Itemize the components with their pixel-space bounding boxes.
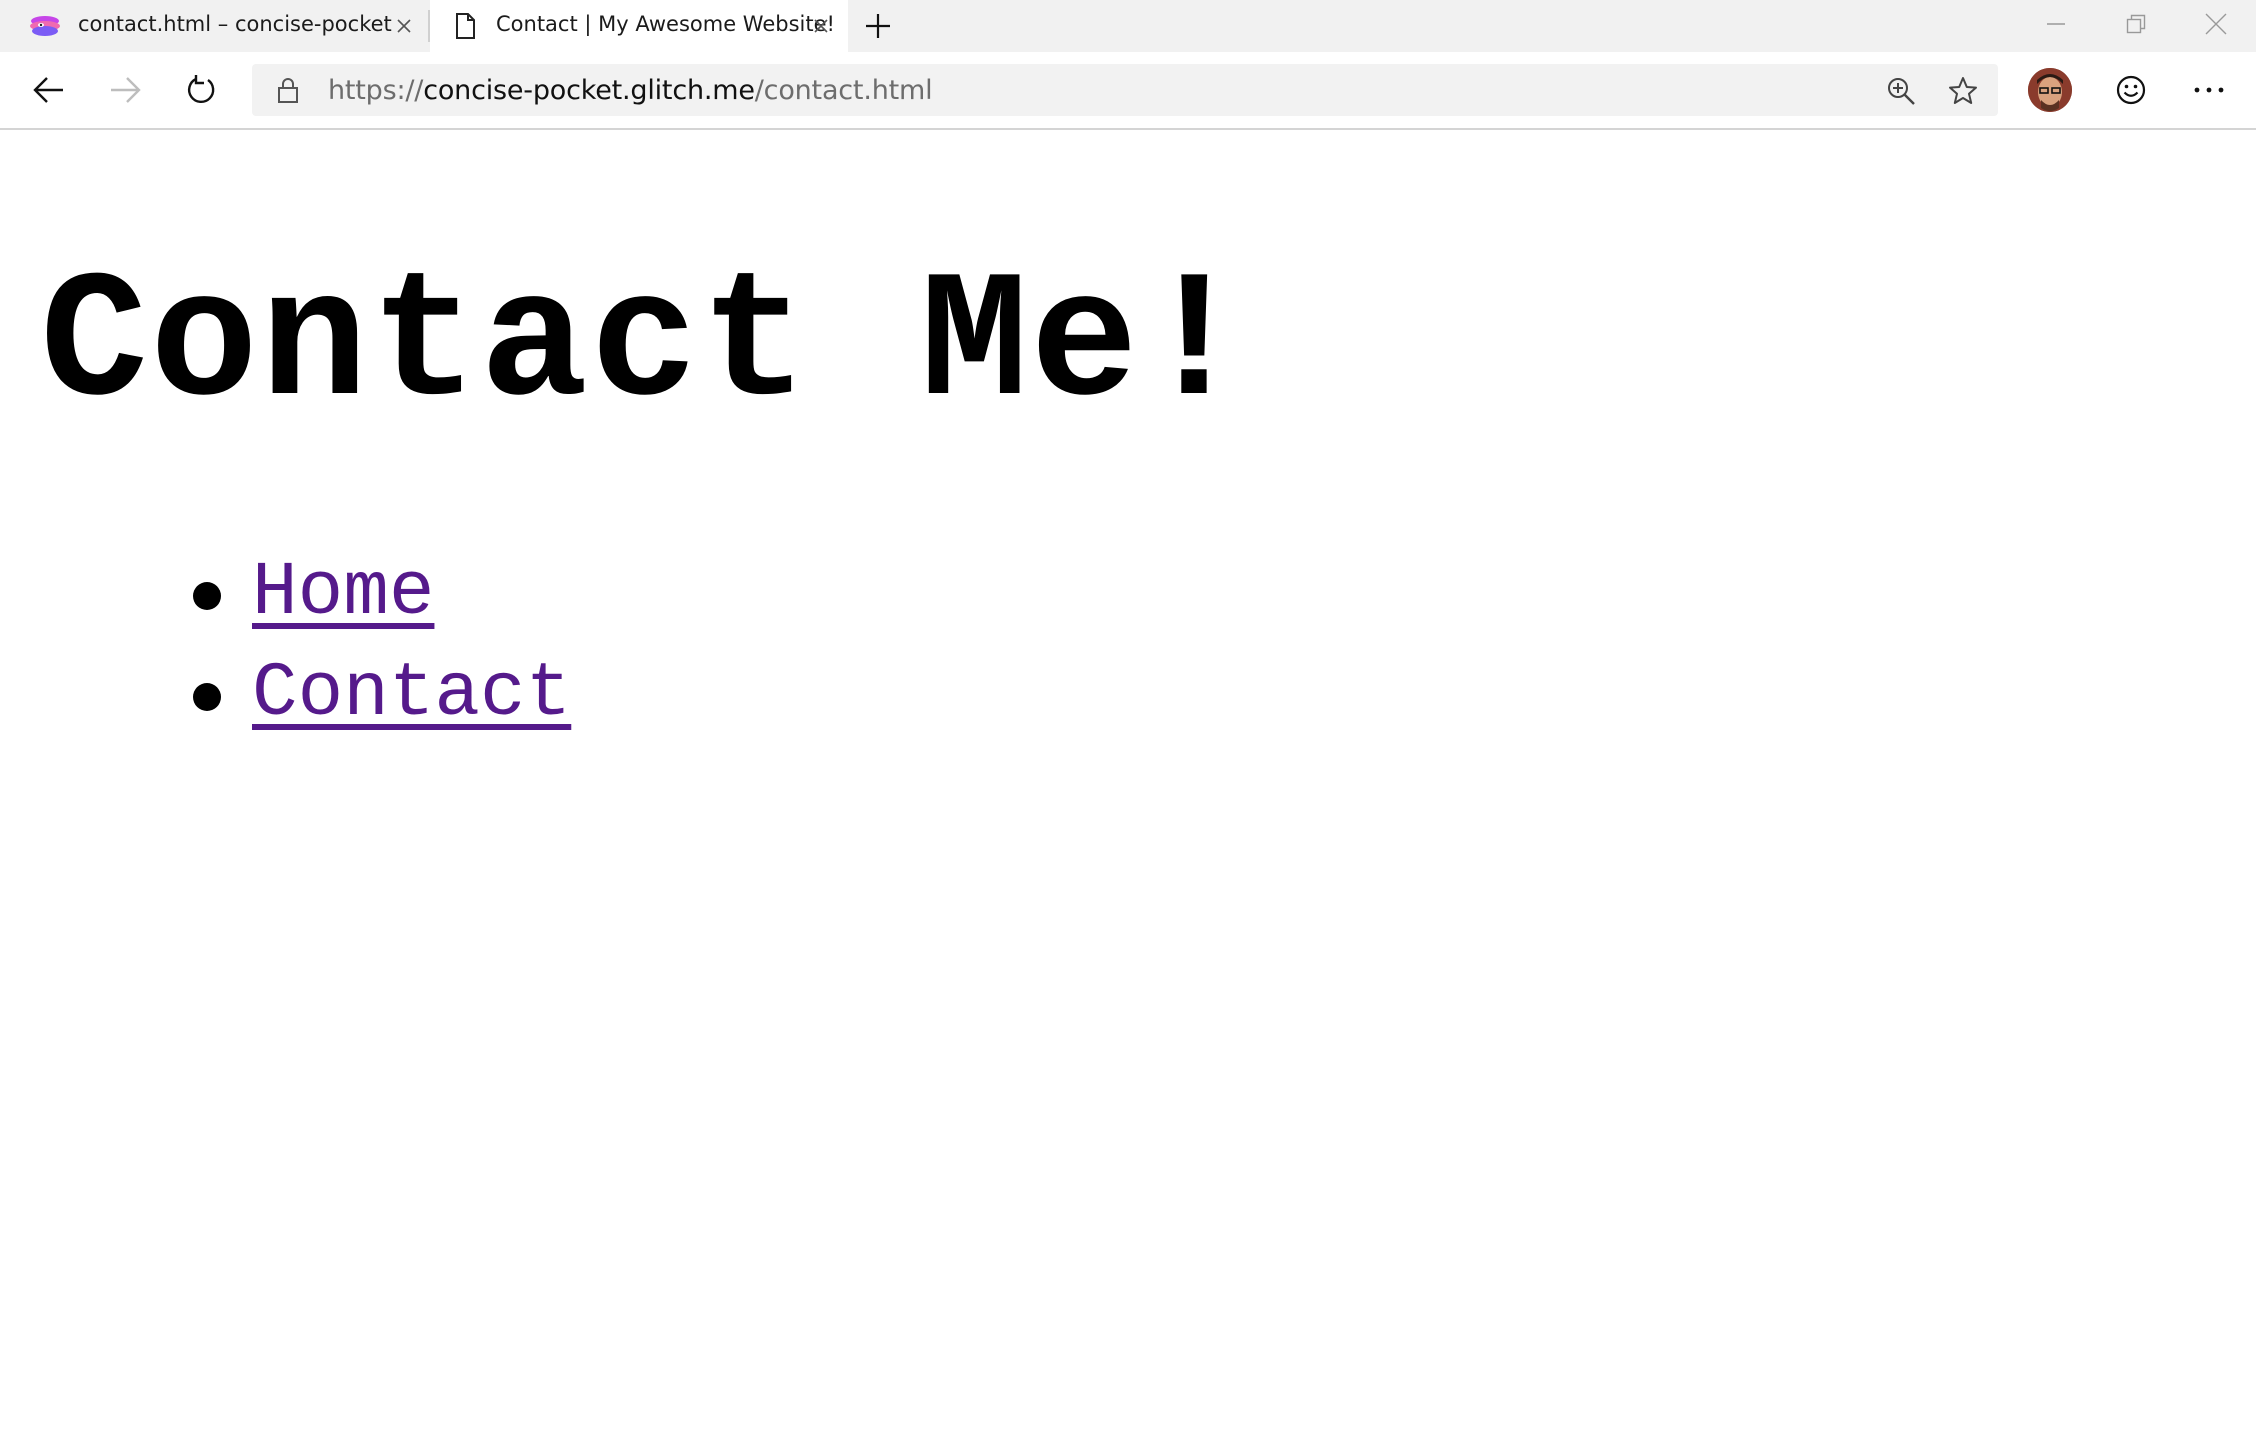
close-tab-icon[interactable] [809, 14, 833, 38]
minimize-icon [2047, 23, 2065, 25]
restore-button[interactable] [2096, 0, 2176, 48]
page-icon [450, 11, 480, 41]
url-scheme: https:// [328, 75, 424, 106]
web-page: Contact Me! Home Contact [0, 130, 2256, 1434]
minimize-button[interactable] [2016, 0, 2096, 48]
arrow-right-icon [111, 77, 141, 103]
bullet-icon [193, 582, 221, 610]
new-tab-button[interactable] [858, 8, 898, 44]
refresh-icon [187, 75, 215, 104]
glitch-logo-icon [28, 13, 62, 39]
forward-button[interactable] [96, 62, 154, 118]
browser-toolbar: https://concise-pocket.glitch.me/contact… [0, 52, 2256, 130]
lock-icon[interactable] [274, 76, 302, 104]
restore-icon [2126, 14, 2146, 34]
tab-title: Contact | My Awesome Website! [496, 12, 835, 36]
bullet-icon [193, 683, 221, 711]
smiley-icon [2116, 75, 2146, 105]
url-text[interactable]: https://concise-pocket.glitch.me/contact… [328, 75, 933, 106]
close-window-button[interactable] [2176, 0, 2256, 48]
browser-window: contact.html – concise-pocket Contact | … [0, 0, 2256, 1434]
back-button[interactable] [20, 62, 78, 118]
refresh-button[interactable] [173, 62, 231, 118]
arrow-left-icon [33, 77, 63, 103]
more-menu-button[interactable] [2184, 66, 2234, 114]
tab-title: contact.html – concise-pocket [78, 12, 392, 36]
url-host: concise-pocket.glitch.me [423, 75, 755, 106]
close-icon [2205, 13, 2227, 35]
contact-link[interactable]: Contact [252, 652, 571, 737]
page-heading: Contact Me! [40, 244, 1251, 448]
tab-contact-page[interactable]: Contact | My Awesome Website! [430, 0, 848, 52]
zoom-in-icon[interactable] [1884, 74, 1918, 108]
plus-icon [866, 14, 890, 38]
feedback-button[interactable] [2106, 66, 2156, 114]
close-tab-icon[interactable] [392, 14, 416, 38]
ellipsis-icon [2194, 87, 2224, 93]
url-path: /contact.html [754, 75, 933, 106]
home-link[interactable]: Home [252, 551, 434, 636]
favorite-star-icon[interactable] [1946, 74, 1980, 108]
address-bar[interactable]: https://concise-pocket.glitch.me/contact… [252, 64, 1998, 116]
tab-glitch-editor[interactable]: contact.html – concise-pocket [0, 0, 428, 52]
tab-strip: contact.html – concise-pocket Contact | … [0, 0, 2256, 52]
profile-avatar[interactable] [2028, 68, 2072, 112]
